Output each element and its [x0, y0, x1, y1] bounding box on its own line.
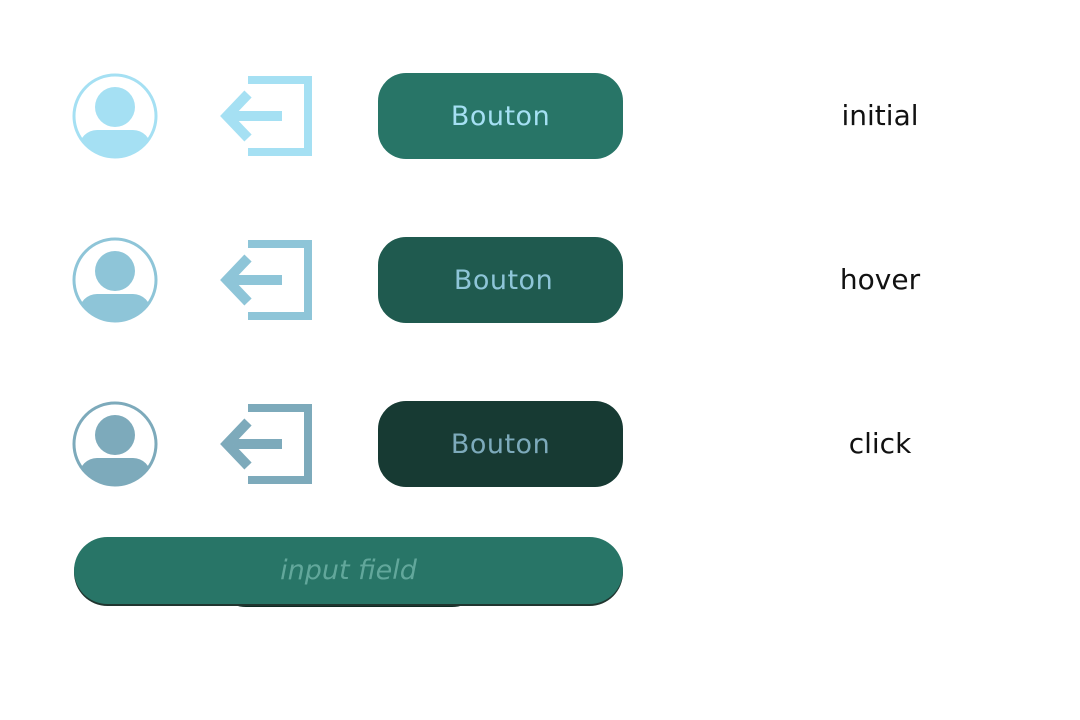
state-label-hover: hover — [839, 263, 921, 296]
logout-arrow-icon[interactable] — [218, 400, 318, 488]
state-label-initial: initial — [841, 99, 919, 132]
state-row-hover: Bouton hover — [0, 236, 1080, 324]
text-input-field[interactable] — [74, 537, 623, 604]
button-initial[interactable]: Bouton — [378, 73, 623, 159]
state-row-initial: Bouton initial — [0, 72, 1080, 160]
state-row-click: Bouton click — [0, 400, 1080, 488]
logout-arrow-icon[interactable] — [218, 236, 318, 324]
logout-arrow-icon[interactable] — [218, 72, 318, 160]
input-field-container — [74, 537, 623, 607]
user-avatar-icon[interactable] — [71, 72, 159, 160]
button-click[interactable]: Bouton — [378, 401, 623, 487]
user-avatar-icon[interactable] — [71, 400, 159, 488]
state-label-click: click — [848, 427, 912, 460]
user-avatar-icon[interactable] — [71, 236, 159, 324]
button-hover[interactable]: Bouton — [378, 237, 623, 323]
